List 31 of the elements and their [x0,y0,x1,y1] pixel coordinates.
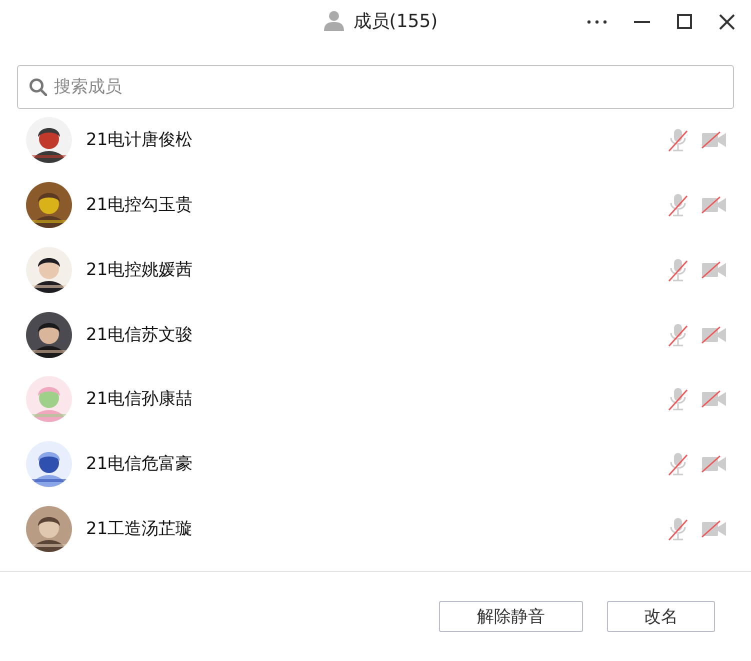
muted-microphone-icon[interactable] [667,128,689,152]
camera-off-icon[interactable] [701,326,727,344]
camera-off-icon[interactable] [701,196,727,214]
muted-microphone-icon[interactable] [667,387,689,412]
camera-off-icon[interactable] [701,455,727,474]
camera-off-icon[interactable] [701,520,727,538]
muted-microphone-icon[interactable] [667,517,689,542]
member-name: 21电控勾玉贵 [86,194,193,217]
member-name: 21电信孙康喆 [86,388,193,412]
member-name: 21工造汤芷璇 [86,518,193,542]
camera-off-icon[interactable] [701,131,727,149]
search-icon [29,78,47,96]
muted-microphone-icon[interactable] [667,192,689,217]
rename-button[interactable]: 改名 [607,601,715,632]
member-name: 21电信苏文骏 [86,324,193,347]
window-title: 成员(155) [353,10,438,33]
unmute-button[interactable]: 解除静音 [439,601,583,632]
muted-microphone-icon[interactable] [667,322,689,347]
muted-microphone-icon[interactable] [667,258,689,282]
person-icon [323,10,346,32]
search-field[interactable]: 搜索成员 [17,65,734,109]
camera-off-icon[interactable] [701,260,727,279]
muted-microphone-icon[interactable] [667,452,689,476]
camera-off-icon[interactable] [701,390,727,408]
maximize-icon[interactable] [677,14,692,29]
member-name: 21电信危富豪 [86,453,193,476]
close-icon[interactable] [719,14,735,30]
member-name: 21电控姚媛茜 [86,258,193,282]
minimize-icon[interactable] [634,20,650,22]
member-name: 21电计唐俊松 [86,129,193,152]
more-icon[interactable] [587,20,607,24]
